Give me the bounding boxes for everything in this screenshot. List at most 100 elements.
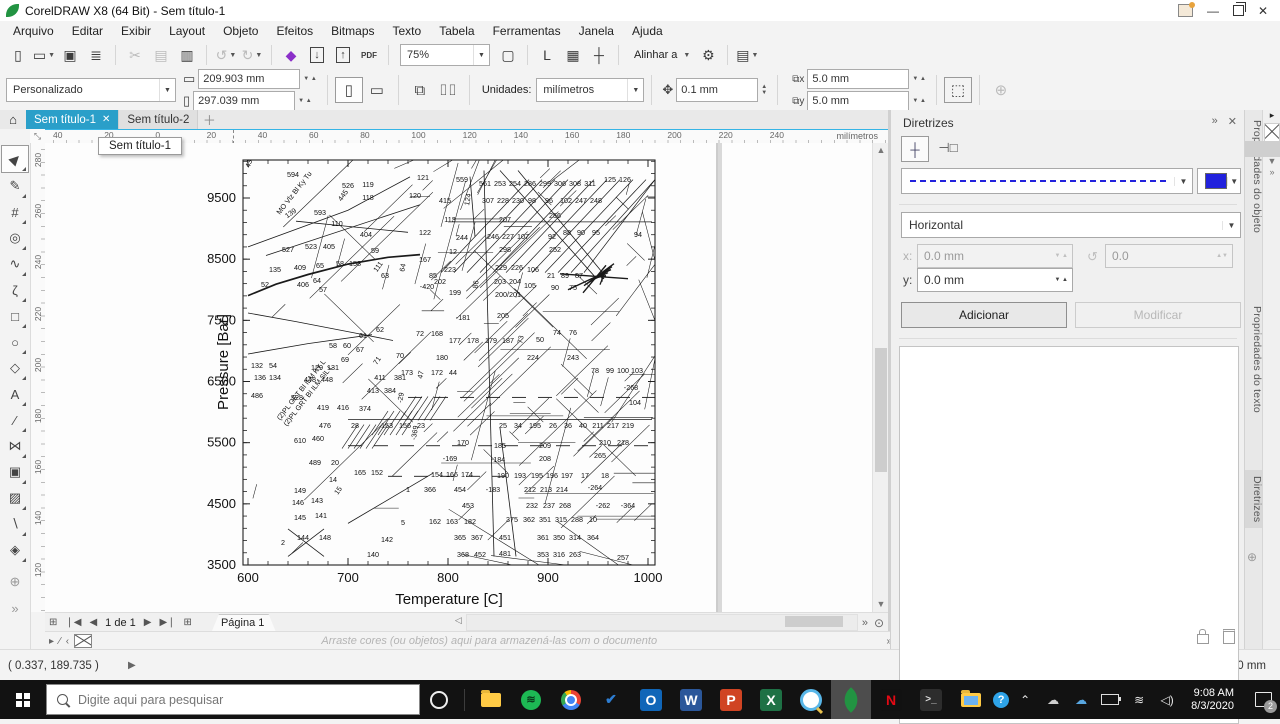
close-button[interactable]: ✕ xyxy=(1258,5,1268,17)
taskbar-app-command-prompt-icon[interactable]: >_ xyxy=(911,680,951,719)
zoom-to-page-icon[interactable]: ⊙ xyxy=(874,616,884,630)
guideline-orientation-combo[interactable]: Horizontal ▼ xyxy=(901,212,1241,238)
menu-bitmaps[interactable]: Bitmaps xyxy=(322,22,383,40)
units-combo[interactable]: milímetros ▼ xyxy=(536,78,644,102)
lock-guideline-icon[interactable] xyxy=(1197,634,1209,644)
add-tool[interactable]: ⊕ xyxy=(2,569,28,595)
menu-tabela[interactable]: Tabela xyxy=(430,22,483,40)
page-height-spinner[interactable]: ▼ ▲ xyxy=(295,98,315,104)
horizontal-scrollbar[interactable]: ◁ xyxy=(466,614,858,631)
treat-as-filled-button[interactable]: ⬚ xyxy=(944,77,972,103)
horizontal-scroll-thumb[interactable] xyxy=(785,616,843,627)
document-tab-2[interactable]: Sem título-2 xyxy=(119,110,198,129)
taskbar-app-netflix-icon[interactable]: N xyxy=(871,680,911,719)
align-to-button[interactable]: Alinhar a ▼ xyxy=(626,43,694,67)
taskbar-app-outlook-icon[interactable]: O xyxy=(631,680,671,719)
page-size-preset-combo[interactable]: Personalizado ▼ xyxy=(6,78,176,102)
welcome-home-tab[interactable]: ⌂ xyxy=(0,110,26,129)
new-document-button[interactable]: ▯ xyxy=(6,43,30,67)
palette-no-color-swatch[interactable] xyxy=(1264,123,1280,142)
portrait-button[interactable]: ▯ xyxy=(335,77,363,103)
palette-top-arrow-icon[interactable]: ▸ xyxy=(1270,110,1275,122)
print-button[interactable]: ≣ xyxy=(84,43,108,67)
show-rulers-button[interactable]: L xyxy=(535,43,559,67)
rectangle-tool[interactable]: □ xyxy=(2,303,28,329)
menu-editar[interactable]: Editar xyxy=(63,22,112,40)
next-page-icon[interactable]: ▶ xyxy=(140,617,156,628)
menu-texto[interactable]: Texto xyxy=(384,22,431,40)
connector-tool[interactable]: ⋈ xyxy=(2,433,28,459)
open-button[interactable]: ▭▼ xyxy=(32,43,56,67)
taskbar-search[interactable] xyxy=(46,684,420,715)
eyedropper-tool[interactable]: ∖ xyxy=(2,511,28,537)
options-button[interactable]: ⚙ xyxy=(696,43,720,67)
landscape-button[interactable]: ▭ xyxy=(363,77,391,103)
dimension-tool[interactable]: ∕ xyxy=(2,407,28,433)
menu-objeto[interactable]: Objeto xyxy=(214,22,267,40)
shape-tool[interactable]: ✎ xyxy=(2,173,28,199)
nudge-distance-field[interactable]: 0.1 mm xyxy=(676,78,758,102)
taskbar-app-search-app-icon[interactable] xyxy=(791,680,831,719)
fullscreen-preview-button[interactable]: ▢ xyxy=(496,43,520,67)
tray-cloud-icon[interactable]: ☁ xyxy=(1041,693,1065,707)
page-height-field[interactable]: 297.039 mm xyxy=(193,91,295,111)
nudge-spinner[interactable]: ▲▼ xyxy=(758,84,770,96)
ruler-origin[interactable]: ⤡ xyxy=(30,129,46,144)
page-tab[interactable]: Página 1 xyxy=(206,614,279,632)
docker-tab-propriedades-do-texto[interactable]: Propriedades do texto xyxy=(1245,300,1263,419)
scroll-up-icon[interactable]: ▲ xyxy=(873,143,889,158)
duplicate-x-field[interactable]: 5.0 mm xyxy=(807,69,909,89)
taskbar-app-todo-icon[interactable]: ✔ xyxy=(591,680,631,719)
menu-efeitos[interactable]: Efeitos xyxy=(267,22,322,40)
window-layout-button[interactable]: ▤▼ xyxy=(735,43,759,67)
last-page-icon[interactable]: ▶❘ xyxy=(155,617,179,628)
y-coordinate-field[interactable]: 0.0 mm▼ ▲ xyxy=(917,268,1073,292)
polygon-tool[interactable]: ◇ xyxy=(2,355,28,381)
undo-button[interactable]: ↺▼ xyxy=(214,43,238,67)
vertical-scrollbar[interactable]: ▲ ▼ xyxy=(872,143,889,612)
minimize-button[interactable]: — xyxy=(1207,5,1219,17)
add-docker-icon[interactable]: ⊕ xyxy=(1247,550,1257,564)
snap-to-guideline-toggle[interactable]: ⊣□ xyxy=(935,136,961,160)
expand-toolbox[interactable]: » xyxy=(2,595,28,621)
save-button[interactable]: ▣ xyxy=(58,43,82,67)
action-center-button[interactable]: 2 xyxy=(1246,680,1280,719)
palette-scroll-left-icon[interactable]: ‹ xyxy=(66,636,69,647)
tray-help-icon[interactable]: ? xyxy=(993,692,1009,708)
show-guidelines-button[interactable]: ┼ xyxy=(587,43,611,67)
zoom-level-combo[interactable]: 75% ▼ xyxy=(400,44,490,66)
redo-button[interactable]: ↻▼ xyxy=(240,43,264,67)
guidelines-list[interactable] xyxy=(899,346,1239,724)
artistic-media-tool[interactable]: ζ xyxy=(2,277,28,303)
menu-janela[interactable]: Janela xyxy=(570,22,623,40)
palette-scroll-down-icon[interactable]: ▼ xyxy=(1268,156,1277,167)
tray-wifi-icon[interactable]: ≋ xyxy=(1127,693,1151,707)
vertical-ruler[interactable]: 280260240220200180160140120 xyxy=(30,143,46,612)
guideline-visibility-toggle[interactable]: ┼ xyxy=(901,136,929,162)
drawing-canvas[interactable]: 6007008009001000350045005500650075008500… xyxy=(45,143,872,612)
export-button[interactable]: ↑ xyxy=(331,43,355,67)
account-icon[interactable] xyxy=(1178,4,1193,17)
add-property-button[interactable]: ⊕ xyxy=(987,77,1015,103)
application-launcher-button[interactable]: ◆ xyxy=(279,43,303,67)
docker-tab-diretrizes[interactable]: Diretrizes xyxy=(1245,470,1263,528)
import-button[interactable]: ↓ xyxy=(305,43,329,67)
palette-expand-icon[interactable]: » xyxy=(1269,167,1274,178)
previous-page-icon[interactable]: ◀ xyxy=(85,617,101,628)
taskbar-app-files-app-icon[interactable] xyxy=(951,680,991,719)
page-width-field[interactable]: 209.903 mm xyxy=(198,69,300,89)
taskbar-app-spotify-icon[interactable]: ≋ xyxy=(511,680,551,719)
taskbar-app-word-icon[interactable]: W xyxy=(671,680,711,719)
publish-pdf-button[interactable]: PDF xyxy=(357,43,381,67)
eyedropper-small-icon[interactable]: ∕ xyxy=(59,636,61,647)
taskbar-app-excel-icon[interactable]: X xyxy=(751,680,791,719)
vertical-scroll-thumb[interactable] xyxy=(875,348,887,472)
new-document-tab-button[interactable]: ＋ xyxy=(198,110,220,129)
add-guideline-button[interactable]: Adicionar xyxy=(901,302,1067,328)
menu-arquivo[interactable]: Arquivo xyxy=(4,22,63,40)
menu-ferramentas[interactable]: Ferramentas xyxy=(484,22,570,40)
pick-tool[interactable]: ▶ xyxy=(1,145,29,173)
taskbar-app-chrome-icon[interactable] xyxy=(551,680,591,719)
document-tab-1[interactable]: Sem título-1✕ xyxy=(26,110,119,129)
expand-scrollbar-icon[interactable]: » xyxy=(862,617,868,629)
